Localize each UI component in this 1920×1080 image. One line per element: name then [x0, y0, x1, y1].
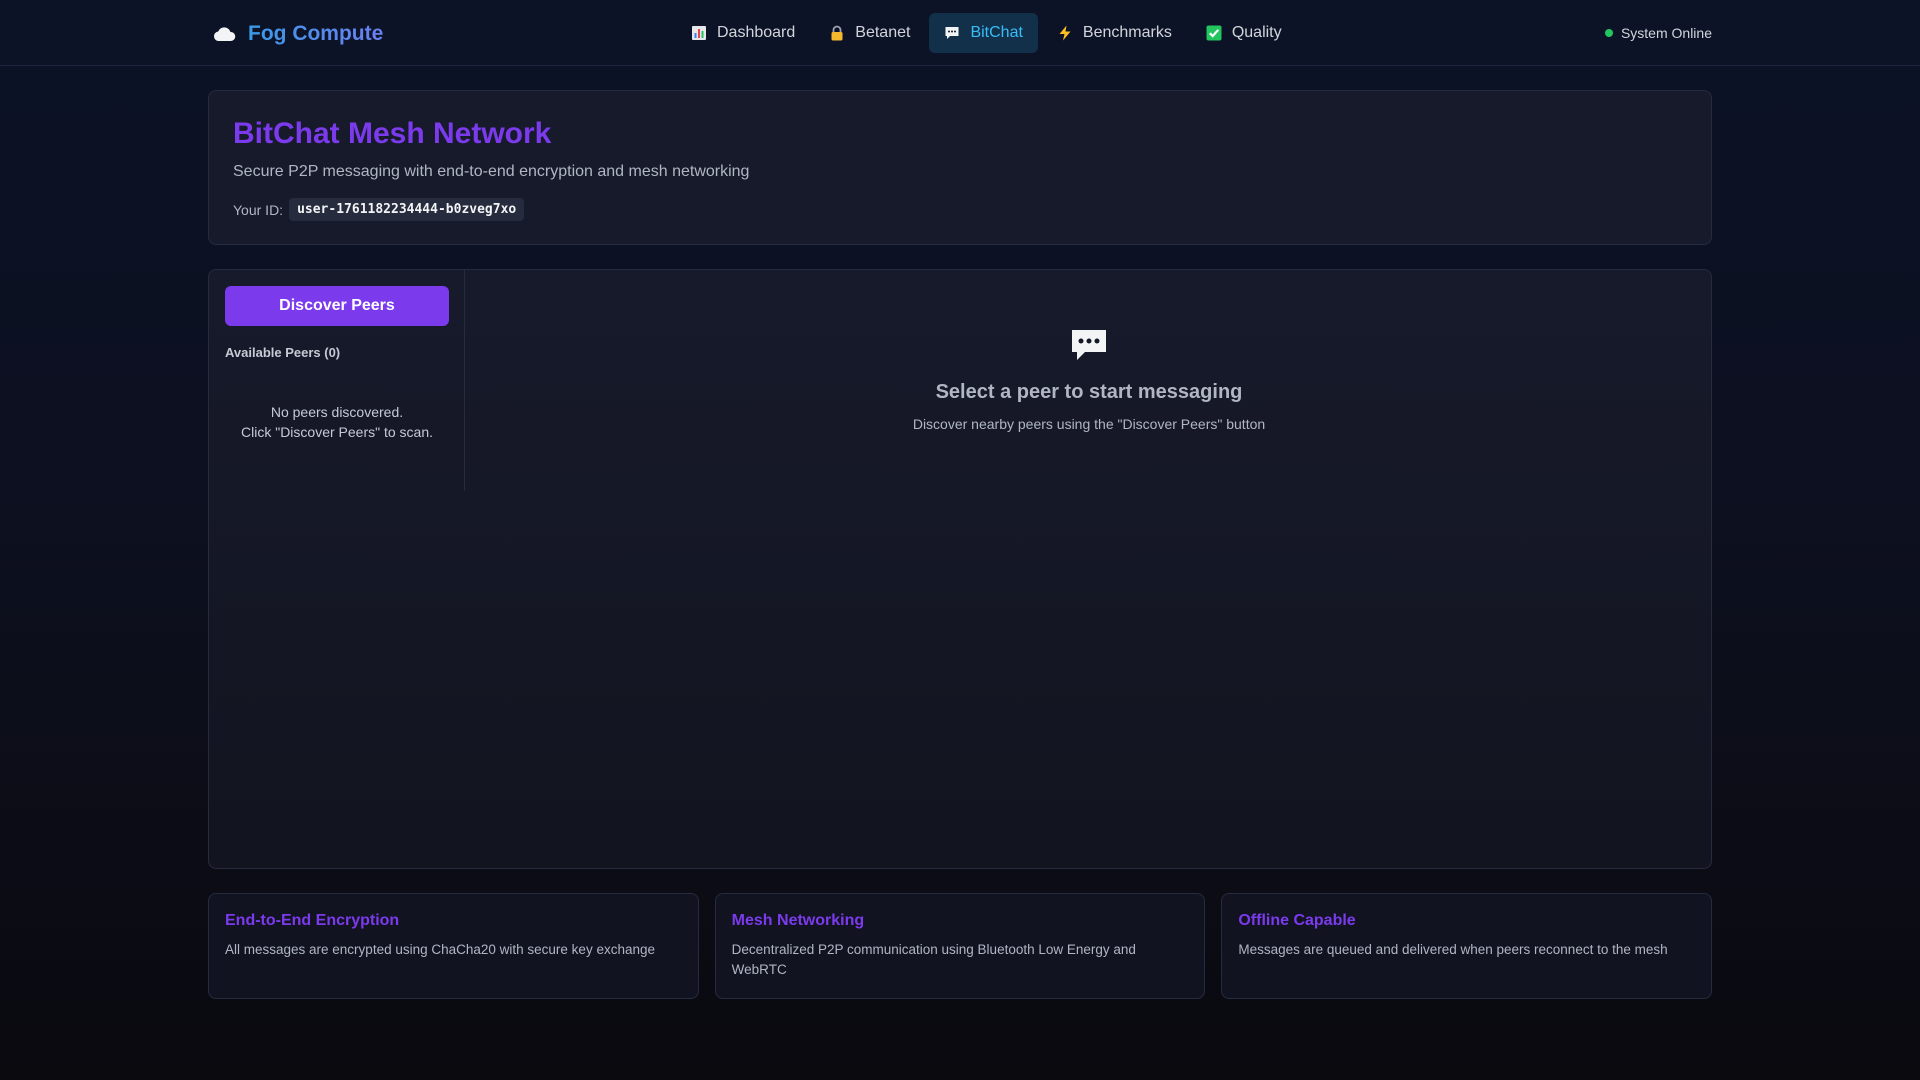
feature-title: End-to-End Encryption — [225, 912, 400, 929]
feature-cards: End-to-End Encryption All messages are e… — [208, 893, 1713, 999]
feature-card-mesh: Mesh Networking Decentralized P2P commun… — [714, 893, 1206, 999]
speech-bubble-icon — [1072, 330, 1106, 360]
nav-item-dashboard[interactable]: Dashboard — [676, 13, 810, 53]
status-dot-icon — [1604, 29, 1613, 37]
check-box-icon — [1206, 25, 1222, 41]
feature-description: Decentralized P2P communication using Bl… — [731, 942, 1136, 977]
nav-item-label: Quality — [1231, 24, 1282, 41]
brand-name: Fog Compute — [248, 22, 384, 45]
page-subtitle: Secure P2P messaging with end-to-end enc… — [233, 163, 750, 180]
chat-panel: Discover Peers Available Peers (0) No pe… — [208, 269, 1712, 869]
empty-state-title: Select a peer to start messaging — [935, 381, 1243, 403]
feature-description: All messages are encrypted using ChaCha2… — [225, 942, 655, 957]
user-id-value[interactable]: user-1761182234444-b0zveg7xo — [289, 198, 525, 221]
lock-icon — [831, 25, 843, 41]
system-status: System Online — [1604, 23, 1712, 43]
main-nav: Dashboard Betanet BitChat Benchmarks Qua… — [676, 13, 1297, 53]
nav-item-benchmarks[interactable]: Benchmarks — [1042, 13, 1187, 53]
nav-item-quality[interactable]: Quality — [1191, 13, 1297, 53]
no-peers-line-2: Click "Discover Peers" to scan. — [241, 424, 433, 440]
nav-item-betanet[interactable]: Betanet — [814, 13, 925, 53]
user-id-row: Your ID: user-1761182234444-b0zveg7xo — [233, 198, 525, 221]
top-nav-bar: Fog Compute Dashboard Betanet BitChat Be… — [0, 0, 1920, 66]
empty-state-subtitle: Discover nearby peers using the "Discove… — [912, 416, 1266, 432]
discover-peers-button[interactable]: Discover Peers — [225, 286, 449, 326]
nav-item-label: Betanet — [855, 24, 911, 41]
nav-item-bitchat[interactable]: BitChat — [929, 13, 1038, 53]
feature-title: Mesh Networking — [731, 912, 865, 929]
feature-card-offline: Offline Capable Messages are queued and … — [1221, 893, 1713, 999]
peer-sidebar: Discover Peers Available Peers (0) No pe… — [209, 270, 465, 491]
no-peers-line-1: No peers discovered. — [270, 404, 404, 420]
no-peers-message: No peers discovered. Click "Discover Pee… — [225, 402, 449, 442]
nav-item-label: Benchmarks — [1082, 24, 1172, 41]
lightning-icon — [1059, 25, 1071, 41]
brand-logo[interactable]: Fog Compute — [212, 20, 383, 48]
nav-item-label: BitChat — [970, 24, 1023, 41]
bitchat-header-card: BitChat Mesh Network Secure P2P messagin… — [208, 90, 1712, 245]
cloud-icon — [213, 27, 236, 41]
user-id-label: Your ID: — [233, 201, 284, 218]
chat-bubble-icon — [945, 27, 959, 39]
feature-description: Messages are queued and delivered when p… — [1238, 942, 1668, 957]
feature-title: Offline Capable — [1238, 912, 1356, 929]
page-title: BitChat Mesh Network — [233, 117, 552, 150]
chat-empty-state: Select a peer to start messaging Discove… — [465, 328, 1713, 432]
status-label: System Online — [1620, 25, 1712, 41]
feature-card-encryption: End-to-End Encryption All messages are e… — [208, 893, 699, 999]
available-peers-heading: Available Peers (0) — [225, 345, 341, 360]
bar-chart-icon — [692, 26, 706, 40]
nav-item-label: Dashboard — [717, 24, 796, 41]
